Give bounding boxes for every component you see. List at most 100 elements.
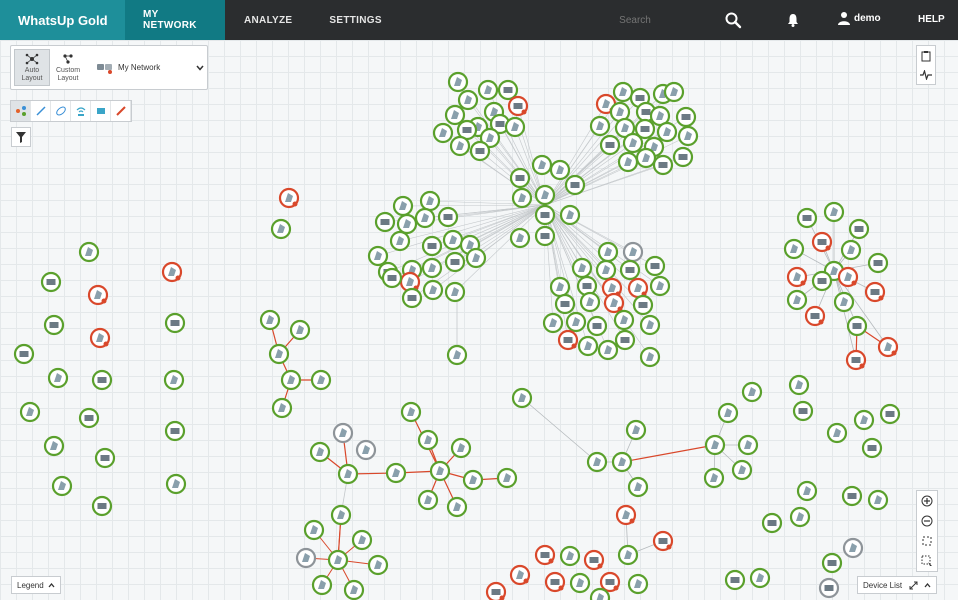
device-node[interactable] xyxy=(332,422,354,444)
device-node[interactable] xyxy=(417,429,439,451)
device-node[interactable] xyxy=(91,369,113,391)
device-node[interactable] xyxy=(374,211,396,233)
device-node[interactable] xyxy=(818,577,840,599)
device-node[interactable] xyxy=(615,504,637,526)
device-node[interactable] xyxy=(804,305,826,327)
device-node[interactable] xyxy=(840,239,862,261)
device-node[interactable] xyxy=(87,284,109,306)
device-node[interactable] xyxy=(91,495,113,517)
device-node[interactable] xyxy=(627,476,649,498)
device-node[interactable] xyxy=(509,227,531,249)
device-node[interactable] xyxy=(864,281,886,303)
device-node[interactable] xyxy=(644,255,666,277)
device-node[interactable] xyxy=(599,134,621,156)
device-node[interactable] xyxy=(417,489,439,511)
device-node[interactable] xyxy=(295,547,317,569)
device-node[interactable] xyxy=(389,230,411,252)
device-node[interactable] xyxy=(268,343,290,365)
device-node[interactable] xyxy=(783,238,805,260)
device-node[interactable] xyxy=(280,369,302,391)
device-node[interactable] xyxy=(842,537,864,559)
zoom-in-button[interactable] xyxy=(917,491,937,511)
device-node[interactable] xyxy=(627,573,649,595)
performance-button[interactable] xyxy=(917,65,935,84)
device-node[interactable] xyxy=(788,374,810,396)
device-node[interactable] xyxy=(351,529,373,551)
device-node[interactable] xyxy=(40,271,62,293)
device-node[interactable] xyxy=(837,266,859,288)
device-node[interactable] xyxy=(617,544,639,566)
select-area-button[interactable] xyxy=(917,551,937,571)
device-node[interactable] xyxy=(589,115,611,137)
device-node[interactable] xyxy=(559,204,581,226)
device-node[interactable] xyxy=(833,291,855,313)
device-node[interactable] xyxy=(444,251,466,273)
device-node[interactable] xyxy=(450,437,472,459)
device-node[interactable] xyxy=(845,349,867,371)
legend-toggle[interactable]: Legend xyxy=(11,576,61,594)
device-node[interactable] xyxy=(627,277,649,299)
device-node[interactable] xyxy=(792,400,814,422)
device-node[interactable] xyxy=(821,552,843,574)
device-node[interactable] xyxy=(635,147,657,169)
device-node[interactable] xyxy=(309,441,331,463)
device-node[interactable] xyxy=(47,367,69,389)
device-node[interactable] xyxy=(161,261,183,283)
device-node[interactable] xyxy=(289,319,311,341)
device-node[interactable] xyxy=(622,132,644,154)
device-node[interactable] xyxy=(465,247,487,269)
device-node[interactable] xyxy=(444,104,466,126)
device-node[interactable] xyxy=(639,314,661,336)
device-node[interactable] xyxy=(449,135,471,157)
device-node[interactable] xyxy=(447,71,469,93)
device-node[interactable] xyxy=(327,549,349,571)
device-node[interactable] xyxy=(675,106,697,128)
filter-button[interactable] xyxy=(11,127,31,147)
device-tool-button[interactable] xyxy=(91,101,111,121)
device-node[interactable] xyxy=(663,81,685,103)
snapshot-button[interactable] xyxy=(917,46,935,65)
device-node[interactable] xyxy=(867,252,889,274)
device-node[interactable] xyxy=(509,167,531,189)
fit-to-screen-button[interactable] xyxy=(917,531,937,551)
device-node[interactable] xyxy=(43,314,65,336)
device-node[interactable] xyxy=(549,159,571,181)
device-node[interactable] xyxy=(421,257,443,279)
device-node[interactable] xyxy=(652,530,674,552)
device-node[interactable] xyxy=(542,312,564,334)
device-node[interactable] xyxy=(13,343,35,365)
device-node[interactable] xyxy=(534,544,556,566)
device-node[interactable] xyxy=(164,312,186,334)
device-node[interactable] xyxy=(419,190,441,212)
device-node[interactable] xyxy=(823,201,845,223)
device-node[interactable] xyxy=(652,154,674,176)
discover-tool-button[interactable] xyxy=(51,101,71,121)
device-node[interactable] xyxy=(639,346,661,368)
device-node[interactable] xyxy=(355,439,377,461)
device-node[interactable] xyxy=(270,218,292,240)
device-node[interactable] xyxy=(511,187,533,209)
device-node[interactable] xyxy=(367,245,389,267)
device-node[interactable] xyxy=(330,504,352,526)
device-node[interactable] xyxy=(509,564,531,586)
device-node[interactable] xyxy=(511,387,533,409)
device-node[interactable] xyxy=(485,581,507,600)
device-node[interactable] xyxy=(569,572,591,594)
device-node[interactable] xyxy=(446,496,468,518)
device-node[interactable] xyxy=(504,116,526,138)
device-node[interactable] xyxy=(444,281,466,303)
device-node[interactable] xyxy=(595,259,617,281)
device-node[interactable] xyxy=(579,291,601,313)
device-node[interactable] xyxy=(94,447,116,469)
device-node[interactable] xyxy=(422,279,444,301)
network-group-select[interactable]: My Network xyxy=(96,61,204,75)
device-node[interactable] xyxy=(853,409,875,431)
device-node[interactable] xyxy=(576,275,598,297)
device-node[interactable] xyxy=(564,174,586,196)
device-node[interactable] xyxy=(846,315,868,337)
device-node[interactable] xyxy=(165,473,187,495)
device-node[interactable] xyxy=(786,266,808,288)
device-node[interactable] xyxy=(442,229,464,251)
device-node[interactable] xyxy=(672,146,694,168)
device-node[interactable] xyxy=(385,462,407,484)
